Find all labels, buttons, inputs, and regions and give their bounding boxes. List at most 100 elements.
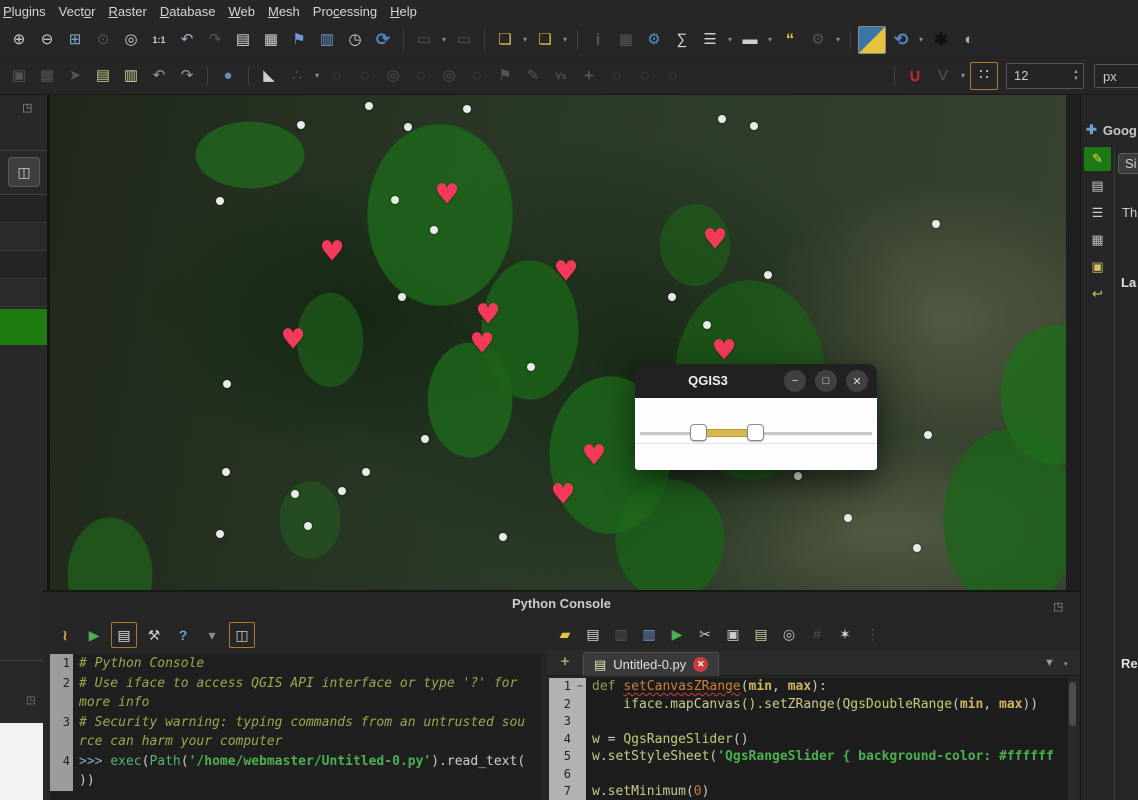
- annotation-caret[interactable]: ▾: [560, 27, 570, 53]
- new-spatial-bookmark-icon[interactable]: ⚑: [286, 27, 312, 53]
- tab-untitled-0[interactable]: ▤ Untitled-0.py ✕: [583, 652, 719, 676]
- zoom-native-icon[interactable]: 1:1: [146, 27, 172, 53]
- save-as-icon[interactable]: ▥: [637, 622, 661, 646]
- split-features-icon[interactable]: +: [576, 63, 602, 89]
- snap-grid-icon[interactable]: ∷: [970, 62, 998, 90]
- zoom-full-icon[interactable]: ⊞: [62, 27, 88, 53]
- plugin-manager-caret[interactable]: ▾: [916, 27, 926, 53]
- code-editor[interactable]: 1−def setCanvasZRange(min, max):2 iface.…: [549, 678, 1068, 800]
- plugin-manager-icon[interactable]: ⟲: [888, 27, 914, 53]
- move-label-icon[interactable]: ⚑: [492, 63, 518, 89]
- fold-marker[interactable]: −: [574, 678, 586, 696]
- options-icon[interactable]: ⚒: [142, 623, 166, 647]
- merge-2-icon[interactable]: ◌: [632, 63, 658, 89]
- layout-manager-icon[interactable]: ◣: [256, 63, 282, 89]
- list-item[interactable]: [0, 223, 47, 251]
- scrollbar-thumb[interactable]: [1069, 682, 1076, 726]
- cut-icon[interactable]: ✂: [693, 622, 717, 646]
- menu-web[interactable]: Web: [227, 4, 267, 19]
- digitize-6-icon[interactable]: ◌: [464, 63, 490, 89]
- menu-raster[interactable]: Raster: [108, 4, 159, 19]
- show-editor-icon[interactable]: ▤: [111, 622, 137, 648]
- range-slider-handle-min[interactable]: [690, 424, 707, 441]
- snap-tolerance-spinbox[interactable]: 12▲▼: [1006, 63, 1084, 89]
- close-button[interactable]: ✕: [846, 370, 868, 392]
- tracing-caret[interactable]: ▾: [958, 63, 968, 89]
- zoom-out-icon[interactable]: ⊖: [34, 27, 60, 53]
- actions-icon[interactable]: ⚙: [805, 27, 831, 53]
- merge-3-icon[interactable]: ◌: [660, 63, 686, 89]
- delete-selected-icon[interactable]: ▦: [34, 63, 60, 89]
- object-inspector-icon[interactable]: ✶: [833, 622, 857, 646]
- digitize-1-icon[interactable]: ◌: [324, 63, 350, 89]
- processing-toolbox-icon[interactable]: ⚙: [641, 27, 667, 53]
- styling-tab-masks[interactable]: ☰: [1084, 201, 1111, 225]
- float-panel-icon[interactable]: ◳: [22, 101, 32, 114]
- styling-panel-fragment-si[interactable]: Si: [1118, 153, 1138, 174]
- maximize-button[interactable]: □: [815, 370, 837, 392]
- new-map-view-icon[interactable]: ▤: [230, 27, 256, 53]
- copy-annotation-caret[interactable]: ▾: [520, 27, 530, 53]
- tab-list-caret[interactable]: ▾: [1064, 660, 1068, 668]
- map-tips-icon[interactable]: “: [777, 27, 803, 53]
- map-canvas[interactable]: ♥♥♥♥♥♥♥♥♥♥: [50, 95, 1066, 590]
- reshape-icon[interactable]: ✎: [520, 63, 546, 89]
- vertex-tool-icon[interactable]: ∴: [284, 63, 310, 89]
- styling-tab-diagrams[interactable]: ▣: [1084, 255, 1111, 279]
- copy-icon[interactable]: ▣: [721, 622, 745, 646]
- dock-console-icon[interactable]: ◫: [229, 622, 255, 648]
- debug-icon[interactable]: ✱: [928, 27, 954, 53]
- digitize-3-icon[interactable]: ◎: [380, 63, 406, 89]
- list-item-selected[interactable]: [0, 309, 47, 345]
- run-command-icon[interactable]: ▶: [82, 623, 106, 647]
- paste-icon[interactable]: ▤: [749, 622, 773, 646]
- undo-icon[interactable]: ↶: [146, 63, 172, 89]
- float-panel-icon[interactable]: ◳: [26, 695, 35, 706]
- zoom-next-icon[interactable]: ↷: [202, 27, 228, 53]
- deselect-features-icon[interactable]: ▭: [451, 27, 477, 53]
- move-features-icon[interactable]: ➤: [62, 63, 88, 89]
- merge-1-icon[interactable]: ◌: [604, 63, 630, 89]
- snapping-magnet-icon[interactable]: ∪: [902, 63, 928, 89]
- tracing-icon[interactable]: V: [930, 63, 956, 89]
- new-3d-map-view-icon[interactable]: ▦: [258, 27, 284, 53]
- copy-annotation-icon[interactable]: ❏: [492, 27, 518, 53]
- open-script-icon[interactable]: ▰: [553, 622, 577, 646]
- list-item[interactable]: [0, 251, 47, 279]
- run-script-icon[interactable]: ▶: [665, 622, 689, 646]
- attribute-table-icon[interactable]: ☰: [697, 27, 723, 53]
- spinbox-arrows[interactable]: ▲▼: [1069, 64, 1083, 88]
- find-text-icon[interactable]: ◎: [777, 622, 801, 646]
- select-features-icon[interactable]: ▭: [411, 27, 437, 53]
- trace-vs-icon[interactable]: Vs: [548, 63, 574, 89]
- zoom-to-layer-icon[interactable]: ◎: [118, 27, 144, 53]
- open-in-external-editor-icon[interactable]: ▤: [581, 622, 605, 646]
- save-script-icon[interactable]: ▥: [609, 622, 633, 646]
- python-console-icon[interactable]: [858, 26, 886, 54]
- styling-tab-history[interactable]: ↩: [1084, 282, 1111, 306]
- snap-units-combo[interactable]: px: [1094, 64, 1138, 88]
- zoom-to-selection-icon[interactable]: ⊙: [90, 27, 116, 53]
- close-tab-button[interactable]: ✕: [693, 657, 708, 672]
- editor-scrollbar[interactable]: [1068, 680, 1077, 800]
- clear-console-icon[interactable]: ≀: [53, 623, 77, 647]
- field-calculator-icon[interactable]: ▦: [613, 27, 639, 53]
- copy-style-icon[interactable]: ▤: [90, 63, 116, 89]
- menu-help[interactable]: Help: [389, 4, 429, 19]
- copy-features-icon[interactable]: ▣: [6, 63, 32, 89]
- temporal-controller-icon[interactable]: ◷: [342, 27, 368, 53]
- measure-caret[interactable]: ▾: [765, 27, 775, 53]
- zoom-in-icon[interactable]: ⊕: [6, 27, 32, 53]
- actions-caret[interactable]: ▾: [833, 27, 843, 53]
- undock-panel-icon[interactable]: ◳: [1053, 600, 1063, 613]
- console-output[interactable]: 1# Python Console2# Use iface to access …: [50, 654, 541, 800]
- menu-processing[interactable]: Processing: [312, 4, 389, 19]
- statistics-icon[interactable]: ∑: [669, 27, 695, 53]
- help-icon[interactable]: ?: [171, 623, 195, 647]
- measure-icon[interactable]: ▬: [737, 27, 763, 53]
- digitize-5-icon[interactable]: ◎: [436, 63, 462, 89]
- menu-plugins[interactable]: Plugins: [2, 4, 58, 19]
- digitize-4-icon[interactable]: ◌: [408, 63, 434, 89]
- styling-tab-3d-view[interactable]: ▦: [1084, 228, 1111, 252]
- digitize-2-icon[interactable]: ◌: [352, 63, 378, 89]
